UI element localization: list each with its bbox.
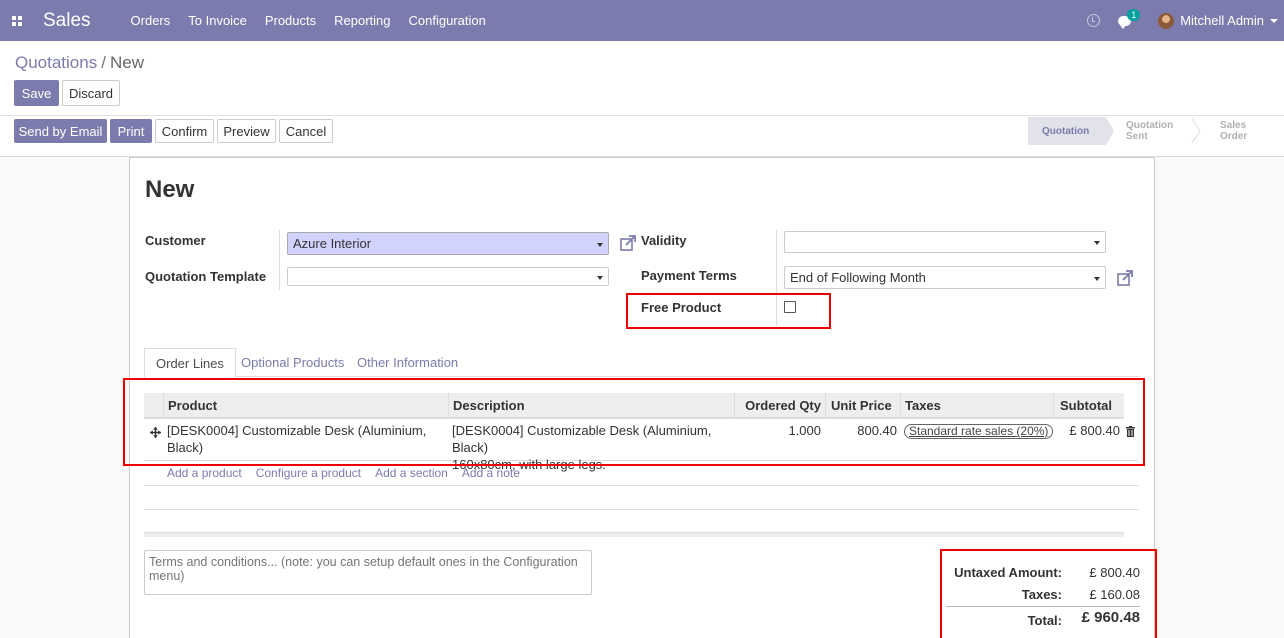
chevron-down-icon — [1094, 241, 1100, 245]
column-taxes[interactable]: Taxes — [900, 393, 1053, 417]
tab-order-lines[interactable]: Order Lines — [144, 348, 236, 378]
trash-icon[interactable] — [1126, 426, 1135, 437]
payment-terms-label: Payment Terms — [641, 268, 737, 283]
customer-label: Customer — [145, 233, 206, 248]
preview-button[interactable]: Preview — [217, 119, 276, 143]
column-description[interactable]: Description — [448, 393, 734, 417]
tab-other-information[interactable]: Other Information — [346, 348, 469, 377]
cancel-button[interactable]: Cancel — [279, 119, 333, 143]
taxes-label: Taxes: — [1021, 587, 1062, 602]
totals-divider — [946, 606, 1140, 607]
payment-terms-value: End of Following Month — [790, 270, 926, 285]
table-row-divider — [144, 509, 1139, 510]
total-value: £ 960.48 — [1081, 609, 1140, 626]
confirm-button[interactable]: Confirm — [155, 119, 214, 143]
tab-optional-products[interactable]: Optional Products — [230, 348, 355, 377]
field-divider — [776, 230, 777, 326]
menu-products[interactable]: Products — [265, 13, 316, 28]
payment-terms-field[interactable]: End of Following Month — [784, 266, 1106, 289]
avatar[interactable] — [1158, 12, 1175, 29]
line-product[interactable]: [DESK0004] Customizable Desk (Aluminium,… — [167, 422, 449, 456]
line-description-1: [DESK0004] Customizable Desk (Aluminium,… — [452, 423, 712, 455]
column-subtotal[interactable]: Subtotal — [1053, 393, 1124, 417]
activity-clock-icon[interactable] — [1087, 14, 1101, 27]
untaxed-amount-label: Untaxed Amount: — [954, 565, 1062, 580]
chevron-down-icon — [597, 243, 603, 247]
statusbar: Quotation Quotation Sent Sales Order — [1028, 117, 1284, 145]
add-product-link[interactable]: Add a product — [167, 466, 242, 480]
statusbar-divider — [0, 115, 1284, 116]
stage-sales-order[interactable]: Sales Order — [1200, 117, 1284, 145]
order-lines-header: Product Description Ordered Qty Unit Pri… — [144, 393, 1124, 419]
notebook-tabs: Order Lines Optional Products Other Info… — [144, 348, 1140, 378]
stage-quotation-label: Quotation — [1042, 125, 1090, 137]
terms-and-conditions-input[interactable] — [144, 550, 592, 595]
external-link-icon[interactable] — [620, 235, 636, 251]
menu-to-invoice[interactable]: To Invoice — [188, 13, 247, 28]
total-label: Total: — [1027, 613, 1062, 628]
customer-field[interactable]: Azure Interior — [287, 232, 609, 255]
record-title: New — [145, 176, 195, 203]
save-button[interactable]: Save — [14, 80, 59, 106]
breadcrumb: Quotations / New — [15, 53, 144, 73]
drag-handle-icon[interactable] — [150, 427, 161, 438]
untaxed-amount-value: £ 800.40 — [1089, 565, 1140, 580]
form-sheet: New Customer Azure Interior Quotation Te… — [123, 157, 1157, 638]
chevron-down-icon — [597, 276, 603, 280]
stage-arrow — [1106, 117, 1114, 145]
breadcrumb-current: New — [109, 53, 144, 72]
stage-sales-order-label: Sales Order — [1220, 120, 1248, 142]
control-panel: Quotations / New Save Discard Send by Emai… — [0, 41, 1284, 157]
validity-field[interactable] — [784, 231, 1106, 253]
customer-value: Azure Interior — [293, 236, 372, 251]
external-link-icon[interactable] — [1117, 270, 1133, 286]
chat-badge: 1 — [1127, 8, 1141, 21]
menu-reporting[interactable]: Reporting — [334, 13, 390, 28]
breadcrumb-separator: / — [101, 53, 106, 72]
top-navbar: Sales Orders To Invoice Products Reporti… — [0, 0, 1284, 41]
menu-configuration[interactable]: Configuration — [409, 13, 486, 28]
stage-quotation[interactable]: Quotation — [1028, 117, 1114, 145]
field-divider — [279, 230, 280, 290]
send-by-email-button[interactable]: Send by Email — [14, 119, 107, 143]
discard-button[interactable]: Discard — [62, 80, 120, 106]
breadcrumb-quotations[interactable]: Quotations — [15, 53, 97, 72]
add-note-link[interactable]: Add a note — [462, 466, 520, 480]
tax-tag[interactable]: Standard rate sales (20%) — [904, 424, 1054, 439]
chevron-down-icon — [1270, 18, 1278, 23]
stage-quotation-sent-label: Quotation Sent — [1126, 120, 1174, 142]
app-brand[interactable]: Sales — [43, 10, 91, 32]
column-product[interactable]: Product — [163, 393, 448, 417]
apps-menu-icon[interactable] — [2, 0, 32, 41]
quotation-template-label: Quotation Template — [145, 269, 267, 284]
line-unit-price[interactable]: 800.40 — [824, 422, 897, 439]
print-button[interactable]: Print — [110, 119, 152, 143]
table-row[interactable]: [DESK0004] Customizable Desk (Aluminium,… — [144, 419, 1138, 472]
column-ordered-qty[interactable]: Ordered Qty — [734, 393, 825, 417]
free-product-label: Free Product — [641, 300, 722, 315]
configure-product-link[interactable]: Configure a product — [256, 466, 361, 480]
menu-orders[interactable]: Orders — [131, 13, 171, 28]
validity-label: Validity — [641, 233, 687, 248]
free-product-checkbox[interactable] — [784, 301, 796, 313]
line-qty[interactable]: 1.000 — [736, 422, 821, 439]
column-unit-price[interactable]: Unit Price — [825, 393, 900, 417]
line-subtotal: £ 800.40 — [1069, 423, 1120, 438]
order-lines-footer — [144, 532, 1124, 537]
user-menu-name[interactable]: Mitchell Admin — [1180, 13, 1264, 28]
quotation-template-field[interactable] — [287, 267, 609, 286]
chevron-down-icon — [1094, 277, 1100, 281]
table-row-divider — [144, 485, 1139, 486]
add-line-links: Add a product Configure a product Add a … — [167, 466, 534, 480]
stage-quotation-sent[interactable]: Quotation Sent — [1106, 117, 1201, 145]
add-section-link[interactable]: Add a section — [375, 466, 448, 480]
messaging-button[interactable]: 1 — [1118, 8, 1141, 29]
taxes-value: £ 160.08 — [1089, 587, 1140, 602]
